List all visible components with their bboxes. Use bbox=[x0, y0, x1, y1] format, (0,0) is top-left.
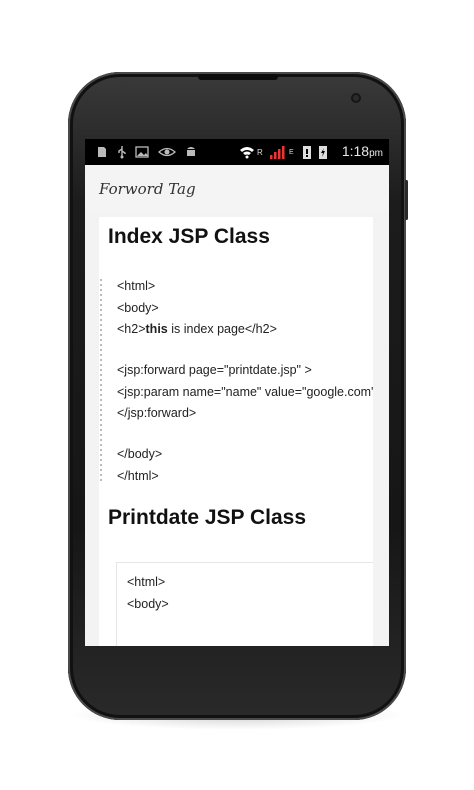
code-line: <html> bbox=[127, 575, 166, 589]
code-gutter bbox=[100, 279, 102, 484]
code-line: <jsp:param name="name" value="google.com… bbox=[117, 385, 373, 399]
usb-icon bbox=[118, 146, 126, 159]
battery-icon bbox=[303, 146, 311, 159]
eye-icon bbox=[158, 147, 176, 157]
app-title: Forword Tag bbox=[99, 180, 196, 198]
status-bar: R E 1:18pm bbox=[85, 139, 389, 165]
code-line: </html> bbox=[117, 469, 159, 483]
printdate-code-box[interactable]: <html> <body> bbox=[116, 562, 373, 646]
front-camera-icon bbox=[351, 93, 361, 103]
code-line-h2: <h2>this is index page</h2> bbox=[117, 322, 277, 336]
code-line: <body> bbox=[127, 597, 169, 611]
charging-icon bbox=[319, 146, 327, 159]
side-button bbox=[405, 180, 408, 220]
android-icon bbox=[187, 147, 195, 156]
code-h2-rest: is index page</h2> bbox=[167, 322, 277, 336]
app-bar: Forword Tag bbox=[85, 165, 389, 211]
code-line: <body> bbox=[117, 301, 159, 315]
code-line: <html> bbox=[117, 279, 156, 293]
signal-icon bbox=[270, 146, 285, 159]
earpiece-speaker bbox=[198, 74, 278, 80]
status-time-suffix: pm bbox=[369, 148, 383, 159]
heading-index-jsp: Index JSP Class bbox=[108, 225, 270, 248]
content-panel[interactable]: Index JSP Class <html> <body> <h2>this i… bbox=[99, 217, 373, 646]
status-time: 1:18pm bbox=[342, 143, 383, 159]
sd-card-icon bbox=[98, 147, 106, 157]
code-h2-bold: this bbox=[145, 322, 168, 336]
image-icon bbox=[135, 146, 149, 158]
heading-printdate-jsp: Printdate JSP Class bbox=[108, 506, 307, 529]
code-h2-open: <h2> bbox=[117, 322, 146, 336]
wifi-icon bbox=[240, 147, 254, 159]
code-line: </jsp:forward> bbox=[117, 406, 197, 420]
code-line: </body> bbox=[117, 447, 163, 461]
code-line: <jsp:forward page="printdate.jsp" > bbox=[117, 363, 312, 377]
phone-screen: R E 1:18pm Forword Tag Index JSP Class <… bbox=[85, 139, 389, 646]
status-time-value: 1:18 bbox=[341, 143, 370, 159]
